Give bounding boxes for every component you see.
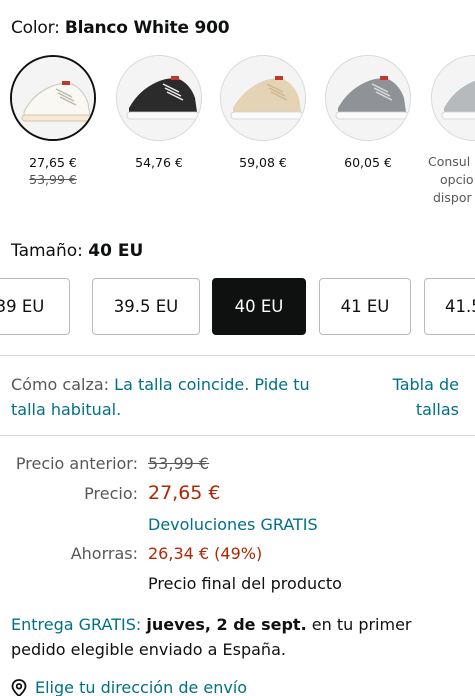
color-swatch-light-grey[interactable]: Consul opcio dispor — [424, 55, 475, 207]
previous-price-value: 53,99 € — [148, 454, 210, 473]
black-shoe-image — [116, 55, 202, 141]
size-option-list: 39 EU 39.5 EU 40 EU 41 EU 41.5 — [0, 278, 475, 336]
section-divider — [0, 435, 475, 436]
swatch-price: 54,76 € — [135, 155, 183, 170]
color-value: Blanco White 900 — [64, 18, 230, 38]
previous-price-row: Precio anterior: 53,99 € — [0, 454, 475, 482]
size-option-41-5[interactable]: 41.5 — [424, 278, 475, 335]
section-divider — [0, 355, 475, 356]
size-value: 40 EU — [88, 241, 144, 261]
beige-shoe-image — [220, 55, 306, 141]
color-swatch-black[interactable]: 54,76 € — [109, 55, 209, 170]
swatch-old-price: 53,99 € — [29, 172, 77, 187]
color-swatch-list: 27,65 € 53,99 € 54,76 € 59,08 € 60,05 € … — [0, 55, 475, 215]
size-chart-line: Tabla de — [392, 375, 459, 394]
location-pin-icon — [11, 678, 27, 696]
savings-value: 26,34 € (49%) — [148, 544, 263, 563]
swatch-availability-note: Consul opcio dispor — [424, 153, 475, 207]
final-price-row: Precio final del producto — [0, 574, 475, 602]
light-grey-shoe-image — [431, 55, 475, 141]
price-label: Precio: — [84, 484, 138, 503]
size-option-40[interactable]: 40 EU — [212, 278, 306, 335]
size-option-39-5[interactable]: 39.5 EU — [92, 278, 200, 335]
grey-shoe-image — [325, 55, 411, 141]
fit-label: Cómo calza: — [11, 375, 110, 394]
availability-line: Consul — [428, 154, 471, 169]
availability-line: opcio — [440, 172, 474, 187]
choose-address-label: Elige tu dirección de envío — [35, 678, 248, 696]
delivery-info: Entrega GRATIS: jueves, 2 de sept. en tu… — [11, 612, 466, 662]
swatch-price: 59,08 € — [239, 155, 287, 170]
swatch-price: 60,05 € — [344, 155, 392, 170]
swatch-price: 27,65 € — [29, 155, 77, 170]
choose-address-link[interactable]: Elige tu dirección de envío — [11, 678, 247, 696]
final-price-note: Precio final del producto — [148, 574, 342, 593]
free-delivery-link[interactable]: Entrega GRATIS: — [11, 615, 141, 634]
delivery-date: jueves, 2 de sept. — [146, 615, 307, 634]
color-swatch-grey[interactable]: 60,05 € — [318, 55, 418, 170]
price-row: Precio: 27,65 € — [0, 482, 475, 512]
color-label: Color: — [11, 18, 60, 38]
size-chart-line: tallas — [415, 400, 459, 419]
size-label: Tamaño: — [11, 241, 83, 261]
color-swatch-beige[interactable]: 59,08 € — [213, 55, 313, 170]
color-heading: Color: Blanco White 900 — [11, 18, 230, 38]
fit-info: Cómo calza: La talla coincide. Pide tu t… — [11, 372, 341, 422]
previous-price-label: Precio anterior: — [15, 454, 138, 473]
price-value: 27,65 € — [148, 482, 221, 504]
savings-label: Ahorras: — [70, 544, 138, 563]
white-shoe-image — [10, 55, 96, 141]
availability-line: dispor — [433, 190, 472, 205]
free-returns-link[interactable]: Devoluciones GRATIS — [148, 515, 318, 534]
size-option-39[interactable]: 39 EU — [0, 278, 70, 335]
returns-row: Devoluciones GRATIS — [0, 515, 475, 543]
color-swatch-white[interactable]: 27,65 € 53,99 € — [3, 55, 103, 187]
size-option-41[interactable]: 41 EU — [319, 278, 411, 335]
size-heading: Tamaño: 40 EU — [11, 241, 143, 261]
size-chart-link[interactable]: Tabla de tallas — [349, 372, 459, 422]
savings-row: Ahorras: 26,34 € (49%) — [0, 544, 475, 572]
